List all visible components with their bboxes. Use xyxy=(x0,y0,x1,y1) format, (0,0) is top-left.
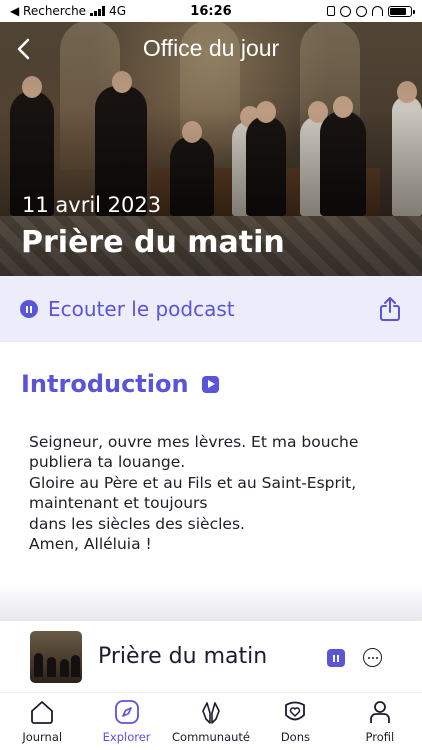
more-options-button[interactable] xyxy=(363,648,382,667)
pause-icon xyxy=(20,300,38,318)
scroll-fade xyxy=(0,585,422,621)
mini-player-pause-button[interactable] xyxy=(327,649,345,667)
share-button[interactable] xyxy=(378,296,402,322)
tab-dons[interactable]: Dons xyxy=(253,693,337,750)
tab-explorer[interactable]: Explorer xyxy=(84,693,168,750)
home-icon xyxy=(31,701,54,724)
status-right xyxy=(327,5,415,17)
tab-label: Explorer xyxy=(102,730,151,744)
praying-hands-icon xyxy=(202,702,220,724)
podcast-button[interactable]: Ecouter le podcast xyxy=(0,276,422,342)
location-icon xyxy=(340,5,351,17)
headphones-icon xyxy=(372,6,383,16)
tab-profil[interactable]: Profil xyxy=(338,693,422,750)
mini-player-thumbnail xyxy=(30,630,82,683)
page-title: Office du jour xyxy=(142,35,280,61)
back-to-app-label[interactable]: ◀ Recherche xyxy=(10,4,86,18)
prayer-line: Amen, Alléluia ! xyxy=(29,535,152,554)
prayer-line: publiera ta louange. xyxy=(29,453,186,472)
status-left: ◀ Recherche 4G xyxy=(10,4,126,18)
tab-label: Communauté xyxy=(172,730,250,744)
status-time: 16:26 xyxy=(190,3,232,19)
alarm-icon xyxy=(356,5,367,17)
heart-icon xyxy=(285,701,306,721)
prayer-line: maintenant et toujours xyxy=(29,494,208,513)
lock-rotation-icon xyxy=(327,6,335,16)
compass-icon xyxy=(114,700,139,724)
battery-icon xyxy=(388,5,415,17)
prayer-text: Seigneur, ouvre mes lèvres. Et ma bouche… xyxy=(29,432,399,554)
section-header: Introduction xyxy=(21,370,219,398)
play-icon[interactable] xyxy=(201,375,219,393)
office-date: 11 avril 2023 xyxy=(22,193,162,217)
mini-player-title: Prière du matin xyxy=(98,644,268,669)
mini-player[interactable]: Prière du matin xyxy=(0,620,422,692)
prayer-line: Seigneur, ouvre mes lèvres. Et ma bouche xyxy=(29,433,359,451)
tab-communaute[interactable]: Communauté xyxy=(169,693,253,750)
user-icon xyxy=(369,701,390,723)
tab-label: Profil xyxy=(365,730,395,744)
section-title: Introduction xyxy=(21,370,189,398)
signal-icon xyxy=(90,6,106,16)
prayer-line: Gloire au Père et au Fils et au Saint-Es… xyxy=(29,473,357,492)
podcast-label: Ecouter le podcast xyxy=(48,297,235,321)
tab-label: Journal xyxy=(22,730,63,744)
tab-bar: Journal Explorer Communauté Dons Profil xyxy=(0,692,422,750)
office-heading: Prière du matin xyxy=(21,225,285,260)
share-icon xyxy=(380,297,400,321)
tab-journal[interactable]: Journal xyxy=(0,693,84,750)
status-bar: ◀ Recherche 4G 16:26 xyxy=(0,0,422,22)
network-label: 4G xyxy=(109,4,127,18)
prayer-line: dans les siècles des siècles. xyxy=(29,514,245,533)
tab-label: Dons xyxy=(280,730,310,744)
